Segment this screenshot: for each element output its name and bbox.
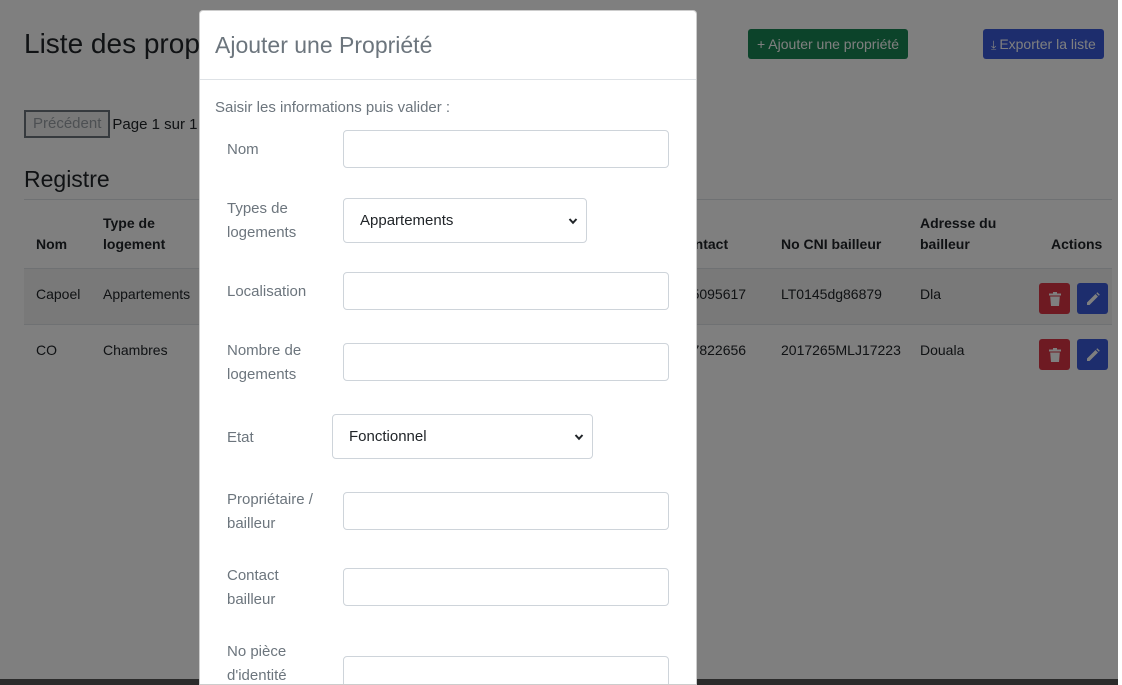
types-label: Types de logements [227,200,297,241]
piece-input[interactable] [343,656,669,684]
chevron-down-icon [574,433,584,440]
add-property-modal: Ajouter une Propriété Saisir les informa… [199,10,697,685]
etat-selected: Fonctionnel [349,428,427,445]
nombre-label: Nombre de logements [227,342,302,383]
window-edge [1118,0,1122,685]
etat-label: Etat [227,429,254,446]
types-selected: Appartements [360,212,454,229]
nom-label: Nom [227,141,259,158]
nombre-input[interactable] [343,343,669,381]
nom-input[interactable] [343,130,669,168]
proprietaire-input[interactable] [343,492,669,530]
etat-select[interactable]: Fonctionnel [332,414,593,459]
localisation-label: Localisation [227,283,307,300]
modal-header: Ajouter une Propriété [200,11,696,80]
piece-label: No pièce d'identité [227,643,287,684]
modal-intro: Saisir les informations puis valider : [215,99,451,116]
localisation-input[interactable] [343,272,669,310]
proprietaire-label: Propriétaire / bailleur [227,491,313,532]
contact-label: Contact bailleur [227,567,279,608]
modal-title: Ajouter une Propriété [215,32,433,58]
chevron-down-icon [568,217,578,224]
types-select[interactable]: Appartements [343,198,587,243]
contact-input[interactable] [343,568,669,606]
